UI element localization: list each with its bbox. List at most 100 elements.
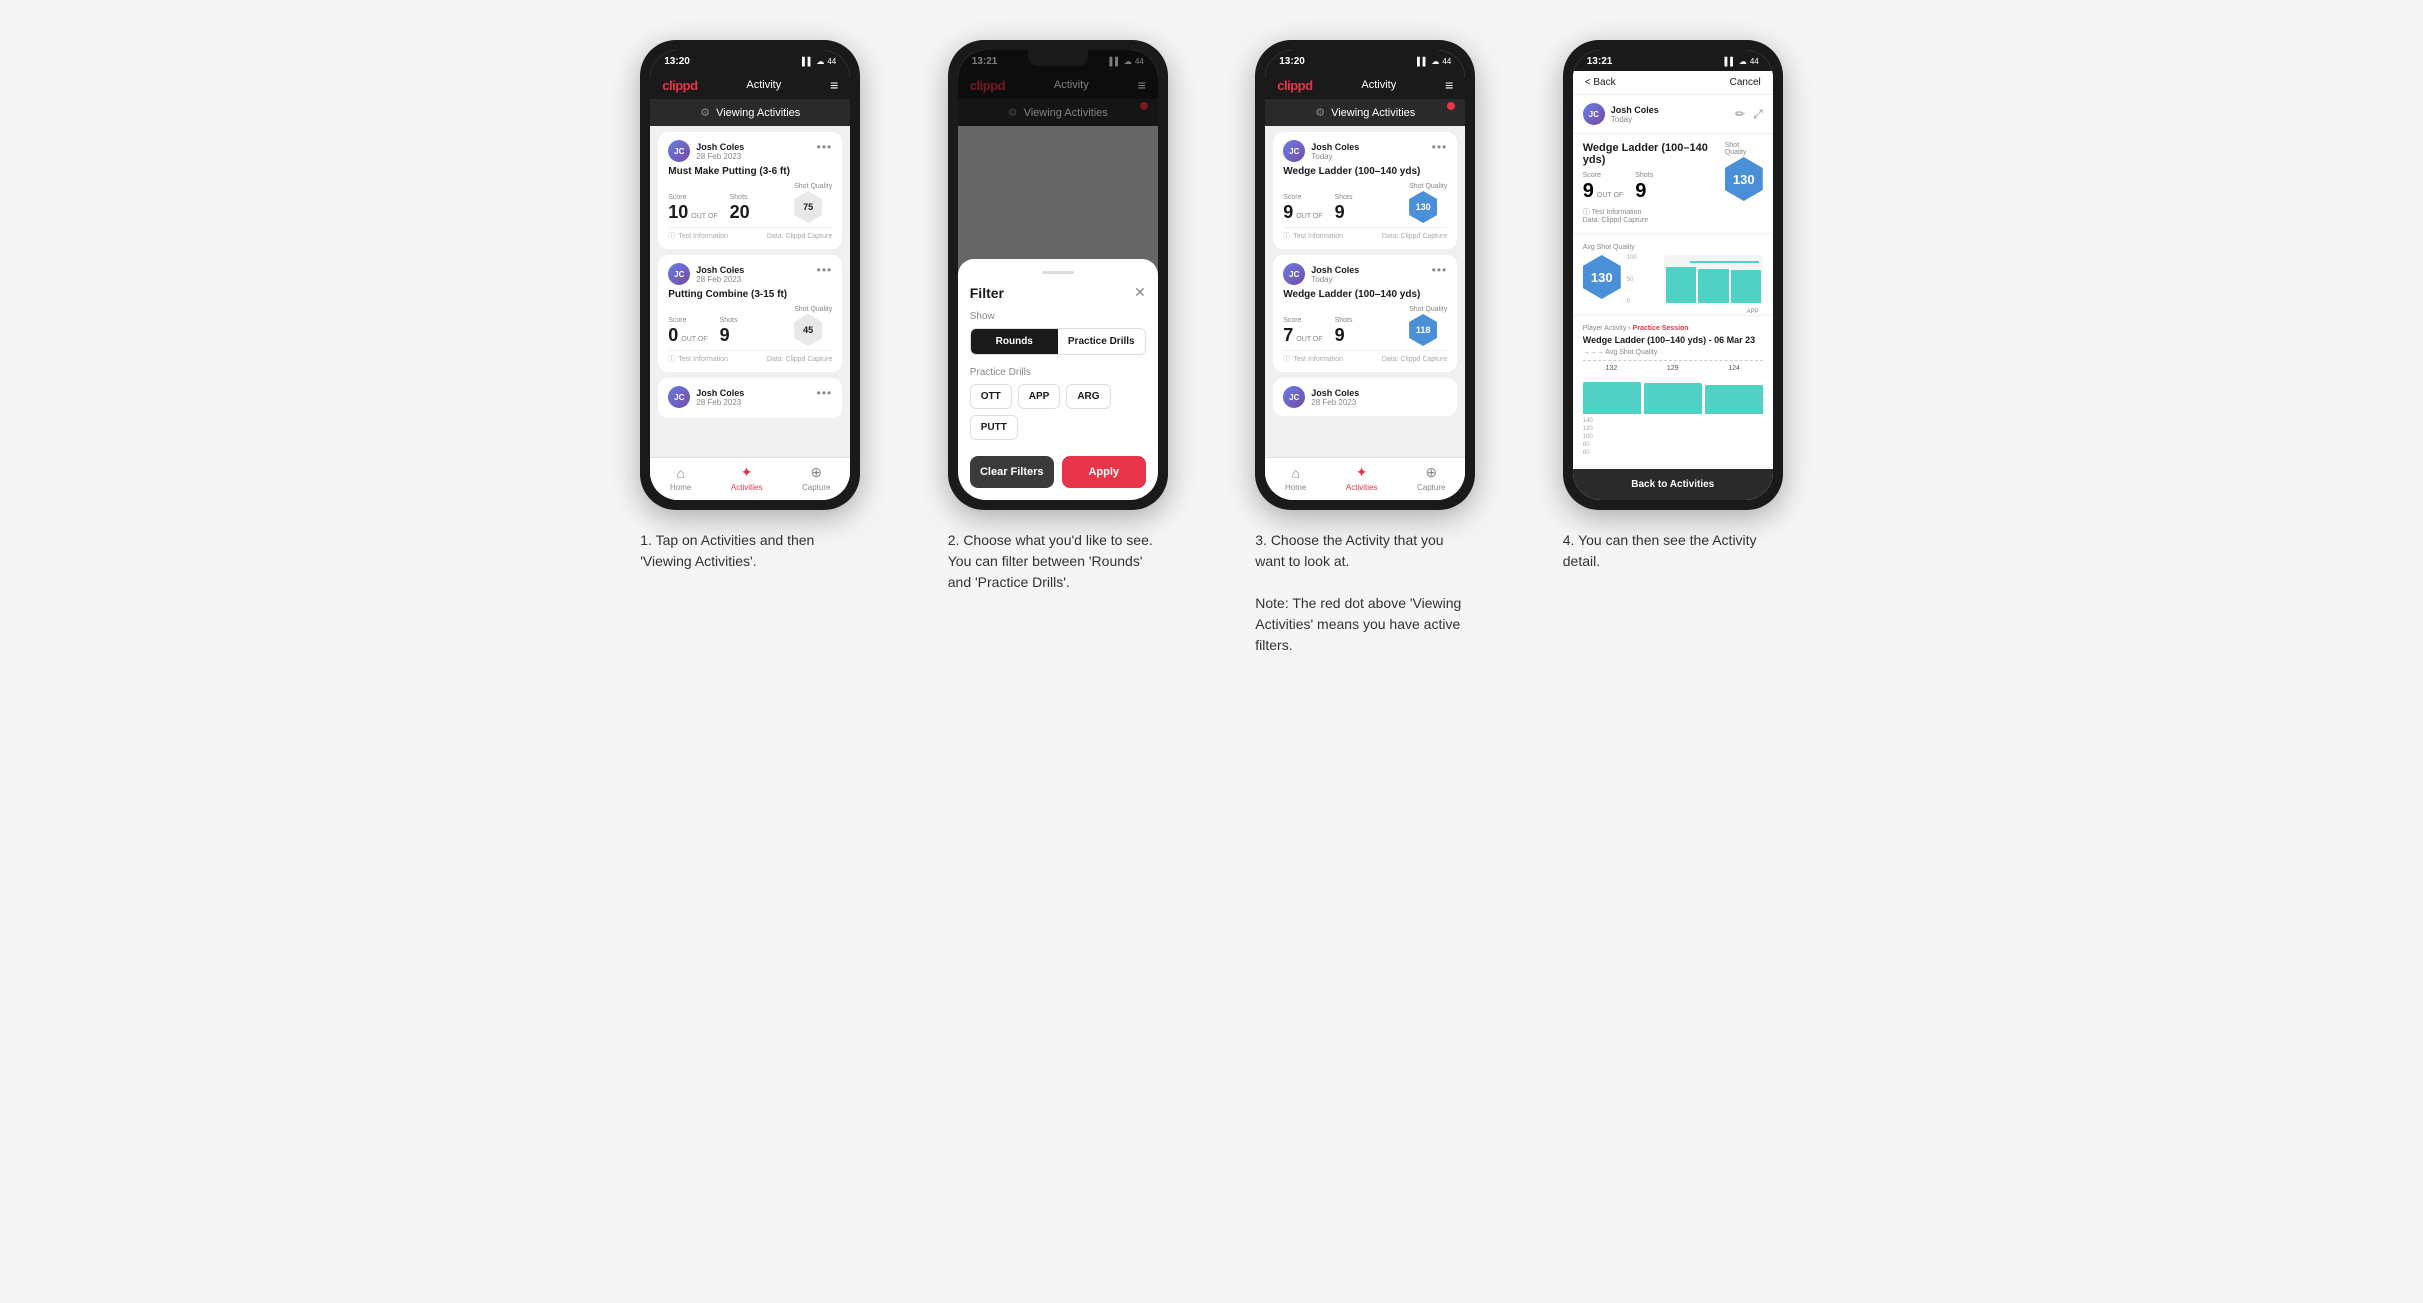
practice-drills-tab-2[interactable]: Practice Drills [1058, 329, 1145, 354]
bottom-nav-1: ⌂ Home ✦ Activities ⊕ Capture [650, 457, 850, 500]
status-icons-1: ▌▌ ☁ 44 [802, 57, 836, 66]
activity-card-1-3: JC Josh Coles 28 Feb 2023 ••• [658, 378, 842, 418]
nav-activities-label-3: Activities [1346, 483, 1378, 492]
card-header-1-2: JC Josh Coles 28 Feb 2023 ••• [668, 263, 832, 285]
wifi-icon-1: ☁ [816, 57, 824, 66]
avatar-1-2: JC [668, 263, 690, 285]
card-stats-1-2: Score 0 OUT OF Shots 9 [668, 306, 832, 346]
activity-card-1-2[interactable]: JC Josh Coles 28 Feb 2023 ••• Putting Co… [658, 255, 842, 372]
time-4: 13:21 [1587, 56, 1613, 67]
filter-icon-1: ⚙ [700, 106, 710, 119]
back-button-4[interactable]: < Back [1585, 77, 1616, 88]
hamburger-icon-3[interactable]: ≡ [1445, 77, 1453, 93]
notch-3 [1335, 50, 1395, 66]
caption-3: 3. Choose the Activity that you want to … [1255, 530, 1475, 656]
avg-sq-line-4: →→→ Avg Shot Quality [1583, 349, 1763, 356]
phone-1: 13:20 ▌▌ ☁ 44 clippd Activity ≡ ⚙ View [640, 40, 860, 510]
step-4-column: 13:21 ▌▌ ☁ 44 < Back Cancel [1534, 40, 1812, 572]
user-name-3-1: Josh Coles [1311, 142, 1359, 152]
card-header-1-3: JC Josh Coles 28 Feb 2023 ••• [668, 386, 832, 408]
footer-data-1-2: Data: Clippd Capture [767, 356, 832, 363]
test-info-4: ⓘ Test Information [1583, 207, 1725, 217]
nav-capture-1[interactable]: ⊕ Capture [802, 464, 830, 492]
nav-home-1[interactable]: ⌂ Home [670, 465, 691, 492]
activity-card-1-1[interactable]: JC Josh Coles 28 Feb 2023 ••• Must Make … [658, 132, 842, 249]
activity-card-3-1[interactable]: JC Josh Coles Today ••• Wedge Ladder (10… [1273, 132, 1457, 249]
chart-value-labels-4: 132 129 124 [1583, 365, 1763, 372]
viewing-banner-1[interactable]: ⚙ Viewing Activities [650, 99, 850, 126]
drill-buttons-2: OTT APP ARG PUTT [970, 384, 1146, 440]
outof-4: OUT OF [1597, 192, 1623, 199]
drill-app-2[interactable]: APP [1018, 384, 1061, 409]
red-dot-3 [1447, 102, 1455, 110]
card-footer-3-1: ⓘ Test Information Data: Clippd Capture [1283, 227, 1447, 241]
card-title-3-1: Wedge Ladder (100–140 yds) [1283, 166, 1447, 177]
nav-home-3[interactable]: ⌂ Home [1285, 465, 1306, 492]
user-name-3-2: Josh Coles [1311, 265, 1359, 275]
modal-actions-2: Clear Filters Apply [970, 456, 1146, 488]
data-clippd-4: Data: Clippd Capture [1583, 217, 1725, 224]
chart-x-label-4: APP [1747, 309, 1759, 315]
activity-card-3-2[interactable]: JC Josh Coles Today ••• Wedge Ladder (10… [1273, 255, 1457, 372]
detail-user-date-4: Today [1611, 115, 1659, 124]
viewing-banner-3[interactable]: ⚙ Viewing Activities [1265, 99, 1465, 126]
card-user-info-1-3: JC Josh Coles 28 Feb 2023 [668, 386, 744, 408]
filter-modal-overlay-2: Filter ✕ Show Rounds Practice Drills Pra… [958, 50, 1158, 500]
nav-capture-3[interactable]: ⊕ Capture [1417, 464, 1445, 492]
drill-arg-2[interactable]: ARG [1066, 384, 1110, 409]
signal-icon-3: ▌▌ [1417, 57, 1428, 66]
user-date-1-1: 28 Feb 2023 [696, 152, 744, 161]
step-2-column: 13:21 ▌▌ ☁ 44 clippd Activity ≡ ⚙ View [919, 40, 1197, 593]
more-dots-3-2[interactable]: ••• [1432, 263, 1448, 277]
quality-label-4: Shot Quality [1725, 142, 1763, 156]
card-title-1-1: Must Make Putting (3-6 ft) [668, 166, 832, 177]
time-3: 13:20 [1279, 56, 1305, 67]
capture-icon-1: ⊕ [810, 464, 822, 481]
score-label-1-2: Score [668, 317, 707, 324]
filter-icon-3: ⚙ [1315, 106, 1325, 119]
nav-activities-1[interactable]: ✦ Activities [731, 464, 763, 492]
quality-badge-4: 130 [1725, 157, 1763, 201]
nav-activities-3[interactable]: ✦ Activities [1346, 464, 1378, 492]
notch-4 [1643, 50, 1703, 66]
score-label-3-1: Score [1283, 194, 1322, 201]
card-footer-3-2: ⓘ Test Information Data: Clippd Capture [1283, 350, 1447, 364]
shots-label-3-1: Shots [1335, 194, 1353, 201]
more-dots-1-3[interactable]: ••• [817, 386, 833, 400]
hamburger-icon-1[interactable]: ≡ [830, 77, 838, 93]
more-dots-1-1[interactable]: ••• [817, 140, 833, 154]
scroll-content-3: JC Josh Coles Today ••• Wedge Ladder (10… [1265, 126, 1465, 457]
nav-capture-label-1: Capture [802, 483, 830, 492]
nav-capture-label-3: Capture [1417, 483, 1445, 492]
score-value-3-2: 7 [1283, 325, 1293, 346]
card-user-info-1-2: JC Josh Coles 28 Feb 2023 [668, 263, 744, 285]
avatar-3-2: JC [1283, 263, 1305, 285]
activities-icon-1: ✦ [741, 464, 753, 481]
bottom-nav-3: ⌂ Home ✦ Activities ⊕ Capture [1265, 457, 1465, 500]
user-date-3-1: Today [1311, 152, 1359, 161]
avatar-1-1: JC [668, 140, 690, 162]
shots-value-1-2: 9 [720, 325, 738, 346]
more-dots-3-1[interactable]: ••• [1432, 140, 1448, 154]
drill-ott-2[interactable]: OTT [970, 384, 1012, 409]
chart-area-4: APP [1664, 255, 1763, 305]
modal-close-button-2[interactable]: ✕ [1134, 284, 1146, 301]
notch-1 [720, 50, 780, 66]
card-footer-1-1: ⓘ Test Information Data: Clippd Capture [668, 227, 832, 241]
clear-filters-button-2[interactable]: Clear Filters [970, 456, 1054, 488]
back-to-activities-button-4[interactable]: Back to Activities [1573, 469, 1773, 500]
signal-icon-4: ▌▌ [1725, 57, 1736, 66]
edit-icon-4[interactable]: ✏ [1735, 107, 1745, 122]
expand-icon-4[interactable]: ⤢ [1753, 107, 1763, 122]
rounds-tab-2[interactable]: Rounds [971, 329, 1058, 354]
y-axis-4: 140 120 100 80 60 [1583, 418, 1763, 456]
modal-title-2: Filter [970, 285, 1004, 301]
show-label-2: Show [970, 311, 1146, 322]
more-dots-1-2[interactable]: ••• [817, 263, 833, 277]
footer-info-3-1: ⓘ Test Information [1283, 231, 1343, 241]
drill-putt-2[interactable]: PUTT [970, 415, 1018, 440]
cancel-button-4[interactable]: Cancel [1730, 77, 1761, 88]
apply-button-2[interactable]: Apply [1062, 456, 1146, 488]
chart-y-labels-4: 100 50 0 [1627, 255, 1657, 305]
detail-content-4: JC Josh Coles Today ✏ ⤢ [1573, 95, 1773, 500]
